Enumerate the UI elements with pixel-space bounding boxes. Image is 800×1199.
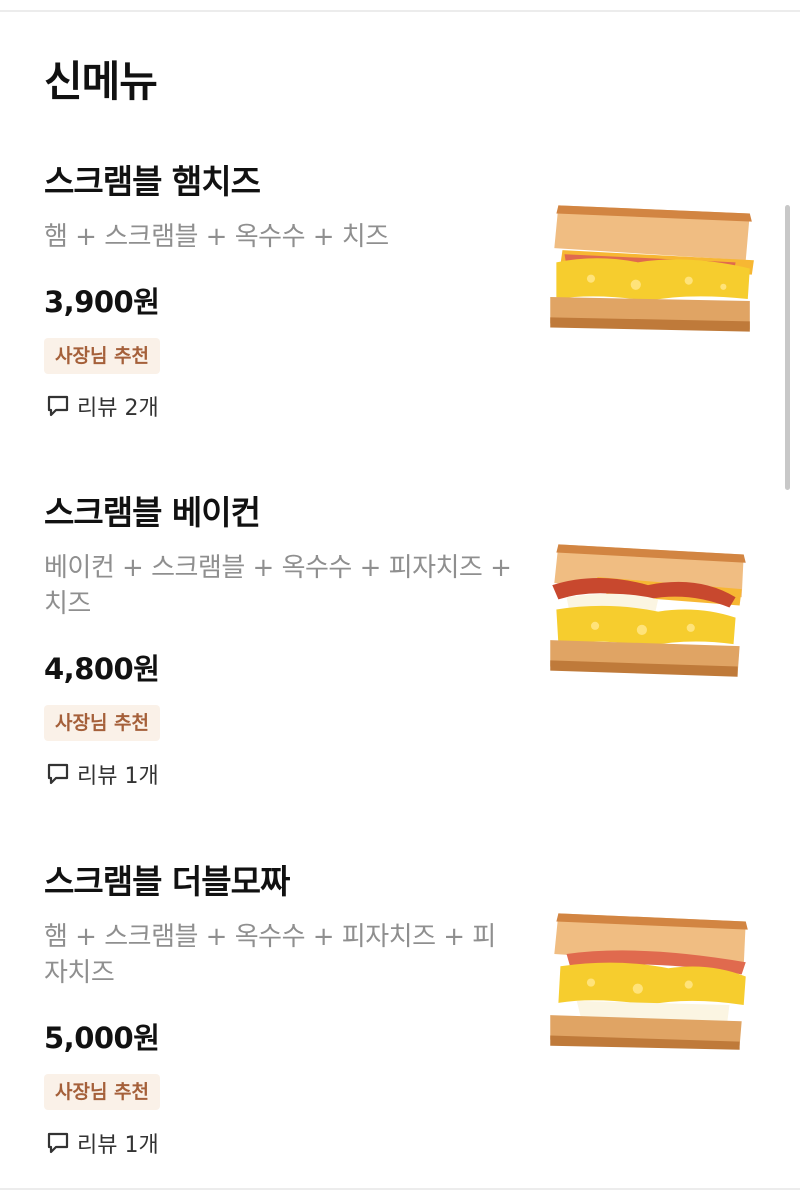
top-divider (0, 10, 800, 12)
review-count-label: 리뷰 2개 (77, 396, 159, 421)
review-count[interactable]: 리뷰 2개 (46, 390, 159, 422)
menu-item-bacon[interactable]: 스크램블 베이컨 베이컨 + 스크램블 + 옥수수 + 피자치즈 + 치즈 4,… (0, 486, 800, 806)
section-title: 신메뉴 (44, 57, 158, 106)
recommended-badge: 사장님 추천 (44, 338, 161, 374)
menu-item-price: 3,900원 (44, 285, 160, 319)
menu-item-description: 베이컨 + 스크램블 + 옥수수 + 피자치즈 + 치즈 (44, 553, 512, 619)
sandwich-bacon-image (550, 544, 746, 677)
menu-item-ham-cheese[interactable]: 스크램블 햄치즈 햄 + 스크램블 + 옥수수 + 치즈 3,900원 사장님 … (0, 155, 800, 435)
menu-item-name: 스크램블 더블모짜 (44, 862, 290, 901)
menu-item-description: 햄 + 스크램블 + 옥수수 + 피자치즈 + 피자치즈 (44, 922, 496, 988)
scrollbar[interactable] (785, 205, 790, 490)
menu-page: 신메뉴 스크램블 햄치즈 햄 + 스크램블 + 옥수수 + 치즈 3,900원 … (0, 0, 800, 1199)
sandwich-double-mozza-image (550, 913, 748, 1050)
review-count-label: 리뷰 1개 (77, 1133, 159, 1158)
menu-item-name: 스크램블 햄치즈 (44, 162, 261, 201)
menu-item-price: 5,000원 (44, 1021, 160, 1055)
menu-item-price: 4,800원 (44, 652, 160, 686)
sandwich-ham-cheese-image (550, 205, 754, 332)
bottom-divider (0, 1188, 800, 1190)
menu-item-name: 스크램블 베이컨 (44, 493, 261, 532)
recommended-badge: 사장님 추천 (44, 705, 161, 741)
review-count[interactable]: 리뷰 1개 (46, 1127, 159, 1159)
chat-bubble-icon (47, 395, 69, 417)
menu-item-description: 햄 + 스크램블 + 옥수수 + 치즈 (44, 222, 389, 252)
chat-bubble-icon (47, 763, 69, 785)
recommended-badge: 사장님 추천 (44, 1074, 161, 1110)
review-count[interactable]: 리뷰 1개 (46, 758, 159, 790)
chat-bubble-icon (47, 1132, 69, 1154)
menu-item-double-mozza[interactable]: 스크램블 더블모짜 햄 + 스크램블 + 옥수수 + 피자치즈 + 피자치즈 5… (0, 855, 800, 1175)
review-count-label: 리뷰 1개 (77, 764, 159, 789)
